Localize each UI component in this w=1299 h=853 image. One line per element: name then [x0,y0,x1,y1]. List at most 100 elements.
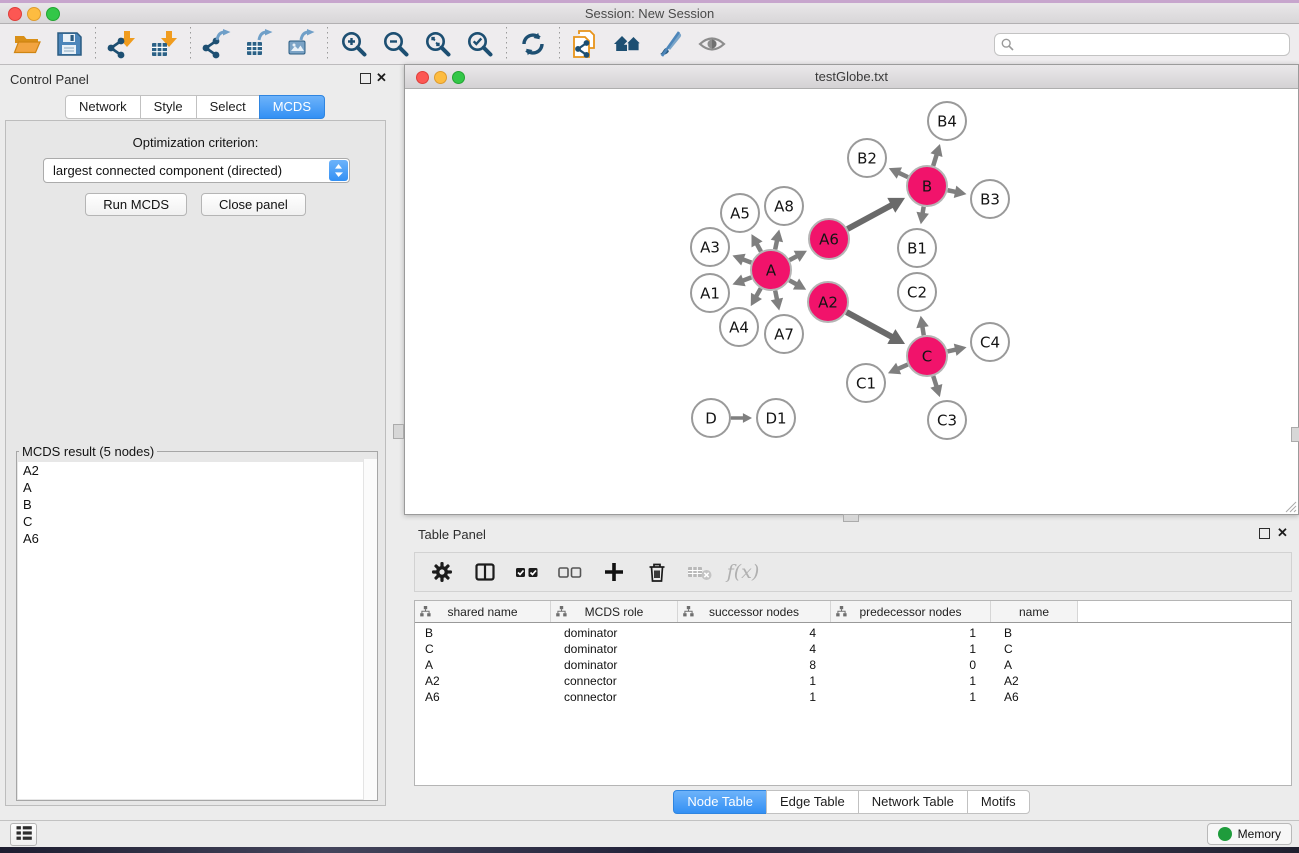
import-table-button[interactable] [143,26,185,62]
criterion-select[interactable]: largest connected component (directed) [43,158,350,183]
open-session-button[interactable] [6,26,48,62]
graph-node-B[interactable]: B [907,166,947,206]
table-row[interactable]: Bdominator41B [415,625,1291,641]
table-row[interactable]: Cdominator41C [415,641,1291,657]
graph-edge-A2-C[interactable] [846,312,905,344]
mcds-result-item[interactable]: A2 [18,462,376,479]
graph-node-D1[interactable]: D1 [757,399,795,437]
graph-node-A2[interactable]: A2 [808,282,848,322]
tab-network[interactable]: Network [65,95,141,119]
table-tab-network-table[interactable]: Network Table [858,790,968,814]
zoom-selected-button[interactable] [459,26,501,62]
settings-button[interactable] [424,555,460,589]
graph-node-C2[interactable]: C2 [898,273,936,311]
split-columns-button[interactable] [467,555,503,589]
graph-node-D[interactable]: D [692,399,730,437]
graph-edge-A-A8[interactable] [771,230,783,250]
mcds-result-item[interactable]: A [18,479,376,496]
graph-edge-A-A1[interactable] [732,275,751,287]
graph-node-A6[interactable]: A6 [809,219,849,259]
close-panel-icon[interactable]: ✕ [376,70,387,86]
column-header-name[interactable]: name [991,601,1078,622]
graph-node-A3[interactable]: A3 [691,228,729,266]
table-float-window-icon[interactable] [1259,528,1270,539]
zoom-fit-button[interactable] [417,26,459,62]
graph-node-A1[interactable]: A1 [691,274,729,312]
network-window-titlebar[interactable]: testGlobe.txt [405,65,1298,89]
tab-mcds[interactable]: MCDS [259,95,325,119]
graph-node-B4[interactable]: B4 [928,102,966,140]
graph-node-B3[interactable]: B3 [971,180,1009,218]
graph-edge-A-A2[interactable] [789,279,806,290]
save-session-button[interactable] [48,26,90,62]
graph-node-A[interactable]: A [751,250,791,290]
graph-edge-B-B4[interactable] [930,144,942,166]
table-close-panel-icon[interactable]: ✕ [1277,525,1288,541]
graph-node-A4[interactable]: A4 [720,308,758,346]
table-tab-motifs[interactable]: Motifs [967,790,1030,814]
hide-annotations-button[interactable] [649,26,691,62]
network-canvas[interactable]: B4 B2 B B3 A5A8A6 A3 B1 A A1 C2 A2 A4A7 C4 C C1 C3 D D1 [405,89,1298,514]
graph-node-C1[interactable]: C1 [847,364,885,402]
task-history-button[interactable] [10,823,37,846]
eye-button[interactable] [691,26,733,62]
graph-node-B2[interactable]: B2 [848,139,886,177]
graph-edge-C-C4[interactable] [947,344,966,356]
graph-edge-A6-B[interactable] [847,198,905,229]
refresh-button[interactable] [512,26,554,62]
memory-button[interactable]: Memory [1207,823,1292,845]
zoom-out-button[interactable] [375,26,417,62]
graph-edge-D-D1[interactable] [731,413,752,423]
run-mcds-button[interactable]: Run MCDS [85,193,187,216]
float-window-icon[interactable] [360,73,371,84]
mcds-result-item[interactable]: C [18,513,376,530]
zoom-in-button[interactable] [333,26,375,62]
export-table-button[interactable] [238,26,280,62]
delete-column-button[interactable] [639,555,675,589]
mcds-list-scrollbar[interactable] [363,459,377,800]
graph-edge-B-B2[interactable] [889,167,908,178]
column-header-successor-nodes[interactable]: successor nodes [678,601,831,622]
graph-edge-B-B1[interactable] [916,207,928,225]
graph-node-A8[interactable]: A8 [765,187,803,225]
table-row[interactable]: A2connector11A2 [415,673,1291,689]
graph-edge-C-C3[interactable] [930,376,942,397]
tab-style[interactable]: Style [140,95,197,119]
graph-edge-B-B3[interactable] [948,186,967,198]
column-header-shared-name[interactable]: shared name [415,601,551,622]
right-split-handle[interactable] [1291,427,1299,442]
graph-node-C[interactable]: C [907,336,947,376]
column-header-predecessor-nodes[interactable]: predecessor nodes [831,601,991,622]
column-header-mcds-role[interactable]: MCDS role [551,601,678,622]
select-all-columns-button[interactable] [510,555,546,589]
graph-node-A5[interactable]: A5 [721,194,759,232]
graph-node-B1[interactable]: B1 [898,229,936,267]
home-button[interactable] [607,26,649,62]
graph-edge-A-A6[interactable] [790,251,807,262]
table-row[interactable]: A6connector11A6 [415,689,1291,705]
export-network-button[interactable] [196,26,238,62]
mcds-result-item[interactable]: A6 [18,530,376,547]
graph-node-C4[interactable]: C4 [971,323,1009,361]
vertical-split-handle[interactable] [393,424,404,439]
table-row[interactable]: Adominator80A [415,657,1291,673]
graph-edge-A-A5[interactable] [751,234,762,251]
clone-network-button[interactable] [565,26,607,62]
deselect-all-columns-button[interactable] [553,555,589,589]
mcds-result-item[interactable]: B [18,496,376,513]
add-column-button[interactable] [596,555,632,589]
graph-edge-A-A4[interactable] [751,288,762,306]
graph-edge-C-C2[interactable] [916,316,928,336]
resize-grip-icon[interactable] [1283,499,1297,513]
table-tab-edge-table[interactable]: Edge Table [766,790,859,814]
export-image-button[interactable] [280,26,322,62]
graph-node-C3[interactable]: C3 [928,401,966,439]
search-input[interactable] [994,33,1290,56]
graph-node-A7[interactable]: A7 [765,315,803,353]
graph-edge-A-A7[interactable] [771,291,783,311]
graph-edge-A-A3[interactable] [732,254,751,266]
graph-edge-C-C1[interactable] [888,363,908,375]
import-network-button[interactable] [101,26,143,62]
table-tab-node-table[interactable]: Node Table [673,790,767,814]
tab-select[interactable]: Select [196,95,260,119]
